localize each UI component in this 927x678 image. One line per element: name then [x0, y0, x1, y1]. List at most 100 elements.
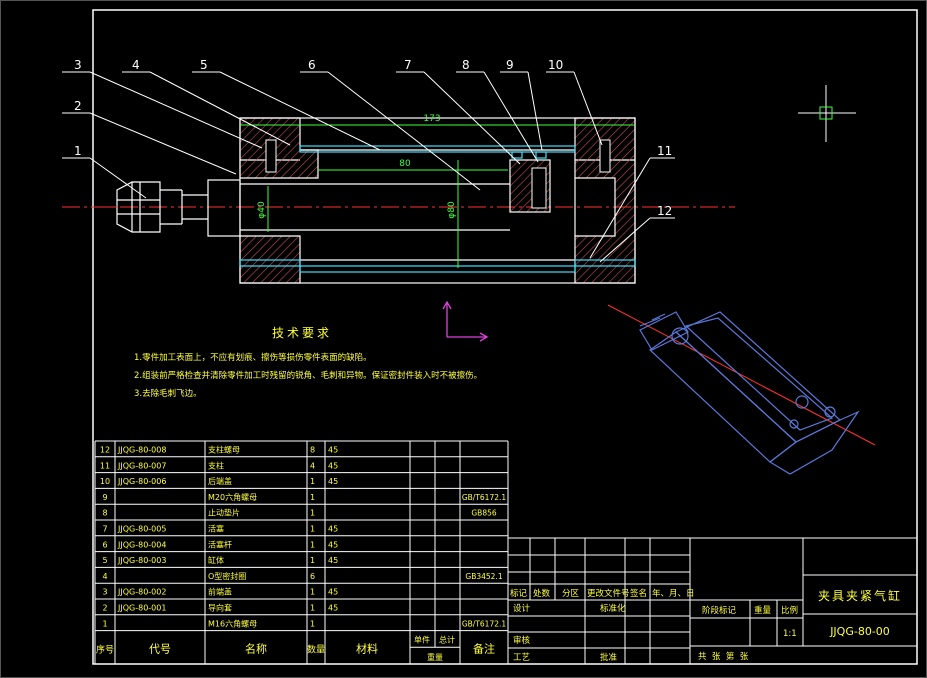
- tb-rev-sign: 签名: [630, 588, 647, 599]
- tb-process: 工艺: [513, 653, 530, 663]
- bom-row-no: 7: [102, 525, 107, 534]
- tb-scale: 比例: [781, 605, 798, 616]
- bom-row-code: JJQG-80-002: [117, 588, 166, 597]
- tb-review: 审核: [513, 635, 531, 646]
- bom-header-weight: 重量: [427, 652, 443, 662]
- callout-2: 2: [74, 99, 82, 113]
- bom-row-qty: 1: [310, 604, 315, 613]
- bom-row-qty: 1: [310, 525, 315, 534]
- bom-row-name: 前端盖: [208, 587, 232, 597]
- tb-rev-doc: 更改文件号: [587, 588, 630, 599]
- callout-1: 1: [74, 144, 82, 158]
- bom-row-no: 8: [102, 509, 107, 518]
- callout-11: 11: [657, 144, 672, 158]
- callout-12: 12: [657, 204, 672, 218]
- bom-row-material: 45: [328, 540, 338, 549]
- tb-rev-date: 年、月、日: [652, 588, 695, 599]
- tech-req-title: 技术要求: [272, 326, 332, 340]
- bom-row-name: M16六角螺母: [208, 618, 257, 628]
- bom-row-qty: 6: [310, 572, 315, 581]
- bom-row-material: 45: [328, 588, 338, 597]
- callout-7: 7: [404, 58, 412, 72]
- bom-row-note: GB/T6172.1: [462, 619, 507, 628]
- tb-weight: 重量: [754, 605, 772, 616]
- bom-row-no: 2: [102, 604, 107, 613]
- bom-row-material: 45: [328, 604, 338, 613]
- bom-row-no: 3: [102, 588, 107, 597]
- tb-standard: 标准化: [600, 603, 626, 614]
- callout-6: 6: [308, 58, 316, 72]
- ucs-axis-icon: [442, 300, 489, 342]
- bom-row-code: JJQG-80-003: [117, 556, 166, 565]
- sheet-border: [0, 0, 927, 678]
- bom-row-no: 5: [102, 556, 107, 565]
- bom-row-name: M20六角螺母: [208, 492, 257, 502]
- title-block-text: 标记 处数 分区 更改文件号 签名 年、月、日 设计 标准化 审核 工艺 批准 …: [510, 588, 902, 663]
- bom-row-no: 6: [102, 540, 107, 549]
- bom-row-name: 缸体: [208, 555, 224, 565]
- bom-row-material: 45: [328, 477, 338, 486]
- section-view: 173 80 φ40 φ80 1 2 3 4 5 6 7 8 9 10 11 1…: [62, 58, 735, 284]
- bom-header-total: 总计: [439, 635, 455, 645]
- bom-row-code: JJQG-80-006: [117, 477, 166, 486]
- bom-row-note: GB/T6172.1: [462, 493, 507, 502]
- bom-row-no: 4: [102, 572, 107, 581]
- tb-stage: 阶段标记: [702, 605, 737, 616]
- bom-text: 12 JJQG-80-008 支柱螺母 8 4511 JJQG-80-007 支柱 4 4510…: [96, 445, 506, 663]
- tb-rev-count: 处数: [533, 588, 551, 599]
- bom-row-code: JJQG-80-007: [117, 461, 166, 470]
- cad-drawing-sheet: 173 80 φ40 φ80 1 2 3 4 5 6 7 8 9 10 11 1…: [0, 0, 927, 678]
- isometric-view: [607, 304, 876, 475]
- tech-req-line-1: 1.零件加工表面上，不应有划痕、擦伤等损伤零件表面的缺陷。: [134, 352, 372, 363]
- tb-rev-zone: 分区: [562, 589, 580, 599]
- callout-5: 5: [200, 58, 208, 72]
- bom-row-name: 支柱: [208, 460, 224, 470]
- bom-row-note: GB3452.1: [465, 572, 502, 581]
- bom-row-no: 9: [102, 493, 107, 502]
- bom-row-no: 10: [100, 477, 110, 486]
- bom-row-name: 导向套: [208, 603, 232, 613]
- bom-row-code: JJQG-80-008: [117, 446, 166, 455]
- bom-row-qty: 8: [310, 446, 315, 455]
- tb-rev-mark: 标记: [510, 588, 528, 599]
- tb-design: 设计: [513, 603, 531, 614]
- bom-row-qty: 1: [310, 619, 315, 628]
- bom-row-no: 1: [102, 619, 107, 628]
- bom-row-qty: 4: [310, 461, 315, 470]
- tech-req-line-2: 2.组装前严格检查并清除零件加工时残留的锐角、毛刺和异物。保证密封件装入时不被擦…: [134, 370, 482, 381]
- bom-row-qty: 1: [310, 556, 315, 565]
- dim-overall-length: 173: [423, 114, 440, 124]
- bom-header-qty: 数量: [307, 643, 325, 655]
- bom-row-name: 活塞: [208, 524, 224, 534]
- bom-header-code: 代号: [149, 642, 171, 655]
- tb-approve: 批准: [600, 652, 618, 663]
- bom-row-name: 支柱螺母: [208, 445, 240, 455]
- bom-row-name: 活塞杆: [208, 539, 232, 549]
- bom-row-material: 45: [328, 446, 338, 455]
- technical-requirements: 技术要求 1.零件加工表面上，不应有划痕、擦伤等损伤零件表面的缺陷。 2.组装前…: [134, 326, 482, 399]
- bom-row-material: 45: [328, 525, 338, 534]
- bom-row-no: 11: [100, 461, 110, 470]
- dim-stroke: 80: [399, 159, 411, 169]
- bom-row-qty: 1: [310, 588, 315, 597]
- callout-4: 4: [132, 58, 140, 72]
- callout-9: 9: [506, 58, 514, 72]
- crosshair-cursor-icon: [798, 85, 856, 142]
- bom-row-code: JJQG-80-004: [117, 540, 166, 549]
- bom-row-name: O型密封圈: [208, 571, 246, 581]
- tb-sheet: 共 张 第 张: [698, 651, 749, 662]
- tb-scale-value: 1:1: [783, 629, 797, 639]
- bom-row-note: GB856: [471, 509, 497, 518]
- bom-row-code: JJQG-80-005: [117, 525, 166, 534]
- drawing-frame: [92, 9, 918, 665]
- tb-drawing-title: 夹具夹紧气缸: [818, 588, 902, 603]
- bom-row-material: 45: [328, 461, 338, 470]
- bom-row-qty: 1: [310, 540, 315, 549]
- bom-row-material: 45: [328, 556, 338, 565]
- piston-rod: [182, 179, 510, 237]
- callout-8: 8: [462, 58, 470, 72]
- bom-row-name: 后端盖: [208, 476, 232, 486]
- bom-row-qty: 1: [310, 477, 315, 486]
- bom-header-unit: 单件: [414, 635, 430, 645]
- bom-header-note: 备注: [473, 641, 495, 655]
